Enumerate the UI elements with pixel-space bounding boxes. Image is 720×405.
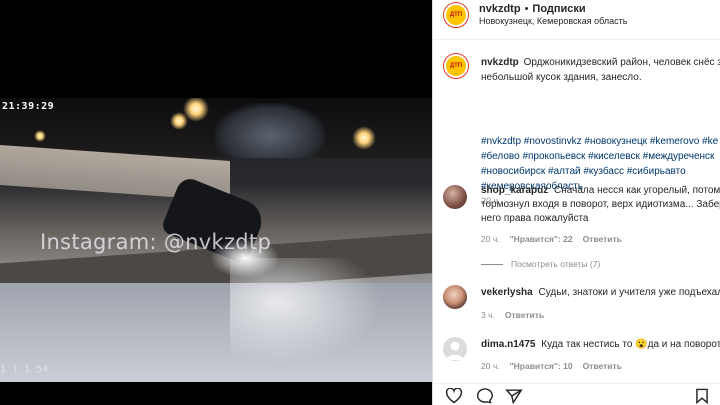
username-link[interactable]: shop_karapuz (481, 185, 548, 196)
action-bar (433, 383, 720, 405)
avatar[interactable]: ДТП (443, 2, 469, 28)
comment-meta: 20 ч. "Нравится": 10 Ответить (481, 361, 632, 371)
reply-button[interactable]: Ответить (505, 310, 544, 320)
view-replies-label: Посмотреть ответы (7) (511, 259, 601, 269)
heart-icon[interactable] (445, 387, 463, 405)
video-timestamp-bottom: 1 1 1 54 (0, 364, 49, 375)
video-timestamp: 21:39:29 (2, 101, 55, 112)
street-light (34, 130, 46, 142)
avatar[interactable] (443, 185, 467, 209)
comment-line: да и на повороте (647, 339, 720, 350)
comment-line: Куда так нестись то (541, 339, 633, 350)
reply-button[interactable]: Ответить (583, 361, 622, 371)
username-link[interactable]: vekerlysha (481, 287, 533, 298)
avatar-logo: ДТП (446, 56, 466, 76)
following-button[interactable]: Подписки (532, 3, 585, 15)
street-light (170, 112, 188, 130)
caption-line: небольшой кусок здания, занесло. (481, 72, 642, 83)
caption-text: nvkzdtp Орджоникидзевский район, человек… (481, 55, 720, 85)
video-watermark: Instagram: @nvkzdtp (40, 230, 272, 254)
avatar[interactable] (443, 285, 467, 309)
comment-line: него права пожалуйста (481, 213, 589, 224)
share-icon[interactable] (505, 388, 523, 405)
default-avatar-icon (446, 341, 464, 360)
separator-dot: • (524, 3, 529, 15)
post-header: ДТП nvkzdtp • Подписки Новокузнецк, Кемеро… (433, 0, 720, 40)
video-player[interactable]: 21:39:29 1 1 1 54 Instagram: @nvkzdtp (0, 98, 432, 382)
likes-count[interactable]: "Нравится": 22 (510, 234, 573, 244)
comment-line: Сначала несся как угорелый, потом (554, 185, 720, 196)
replies-divider (481, 264, 503, 266)
hashtag-line[interactable]: #белово #прокопьевск #киселевск #междуре… (481, 149, 720, 164)
comment-time: 3 ч. (481, 310, 495, 320)
username-link[interactable]: nvkzdtp (479, 3, 521, 15)
comment-text: vekerlysha Судьи, знатоки и учителя уже … (481, 286, 720, 300)
avatar[interactable] (443, 337, 467, 361)
comment-meta: 3 ч. Ответить (481, 310, 554, 320)
bookmark-icon[interactable] (695, 388, 709, 405)
emoji: 😮 (635, 339, 648, 350)
caption-line: Орджоникидзевский район, человек снёс з (523, 57, 720, 68)
location-link[interactable]: Новокузнецк, Кемеровская область (479, 16, 627, 26)
comment-meta: 20 ч. "Нравится": 22 Ответить (481, 234, 632, 244)
hashtag-line[interactable]: #новосибирск #алтай #кузбасс #сибирьавто (481, 164, 720, 179)
likes-count[interactable]: "Нравится": 10 (510, 361, 573, 371)
view-replies-button[interactable]: Посмотреть ответы (7) (481, 259, 600, 269)
post-panel: ДТП nvkzdtp • Подписки Новокузнецк, Кемеро… (432, 0, 720, 405)
comment-text: dima.n1475 Куда так нестись то 😮да и на … (481, 338, 720, 352)
comment-time: 20 ч. (481, 361, 500, 371)
comment-icon[interactable] (475, 388, 493, 405)
hashtag-line[interactable]: #nvkzdtp #novostinvkz #новокузнецк #keme… (481, 134, 720, 149)
video-trees (215, 103, 325, 158)
header-user: nvkzdtp • Подписки (479, 3, 586, 15)
comment-time: 20 ч. (481, 234, 500, 244)
street-light (352, 126, 376, 150)
comment-line: тормознул входя в поворот, верх идиотизм… (481, 199, 720, 210)
comment-line: Судьи, знатоки и учителя уже подъехали? (538, 287, 720, 298)
username-link[interactable]: dima.n1475 (481, 339, 535, 350)
post-media[interactable]: 21:39:29 1 1 1 54 Instagram: @nvkzdtp (0, 0, 432, 405)
username-link[interactable]: nvkzdtp (481, 57, 519, 68)
reply-button[interactable]: Ответить (583, 234, 622, 244)
comment-text: shop_karapuz Сначала несся как угорелый,… (481, 184, 720, 226)
avatar[interactable]: ДТП (443, 53, 469, 79)
avatar-logo: ДТП (446, 5, 466, 25)
